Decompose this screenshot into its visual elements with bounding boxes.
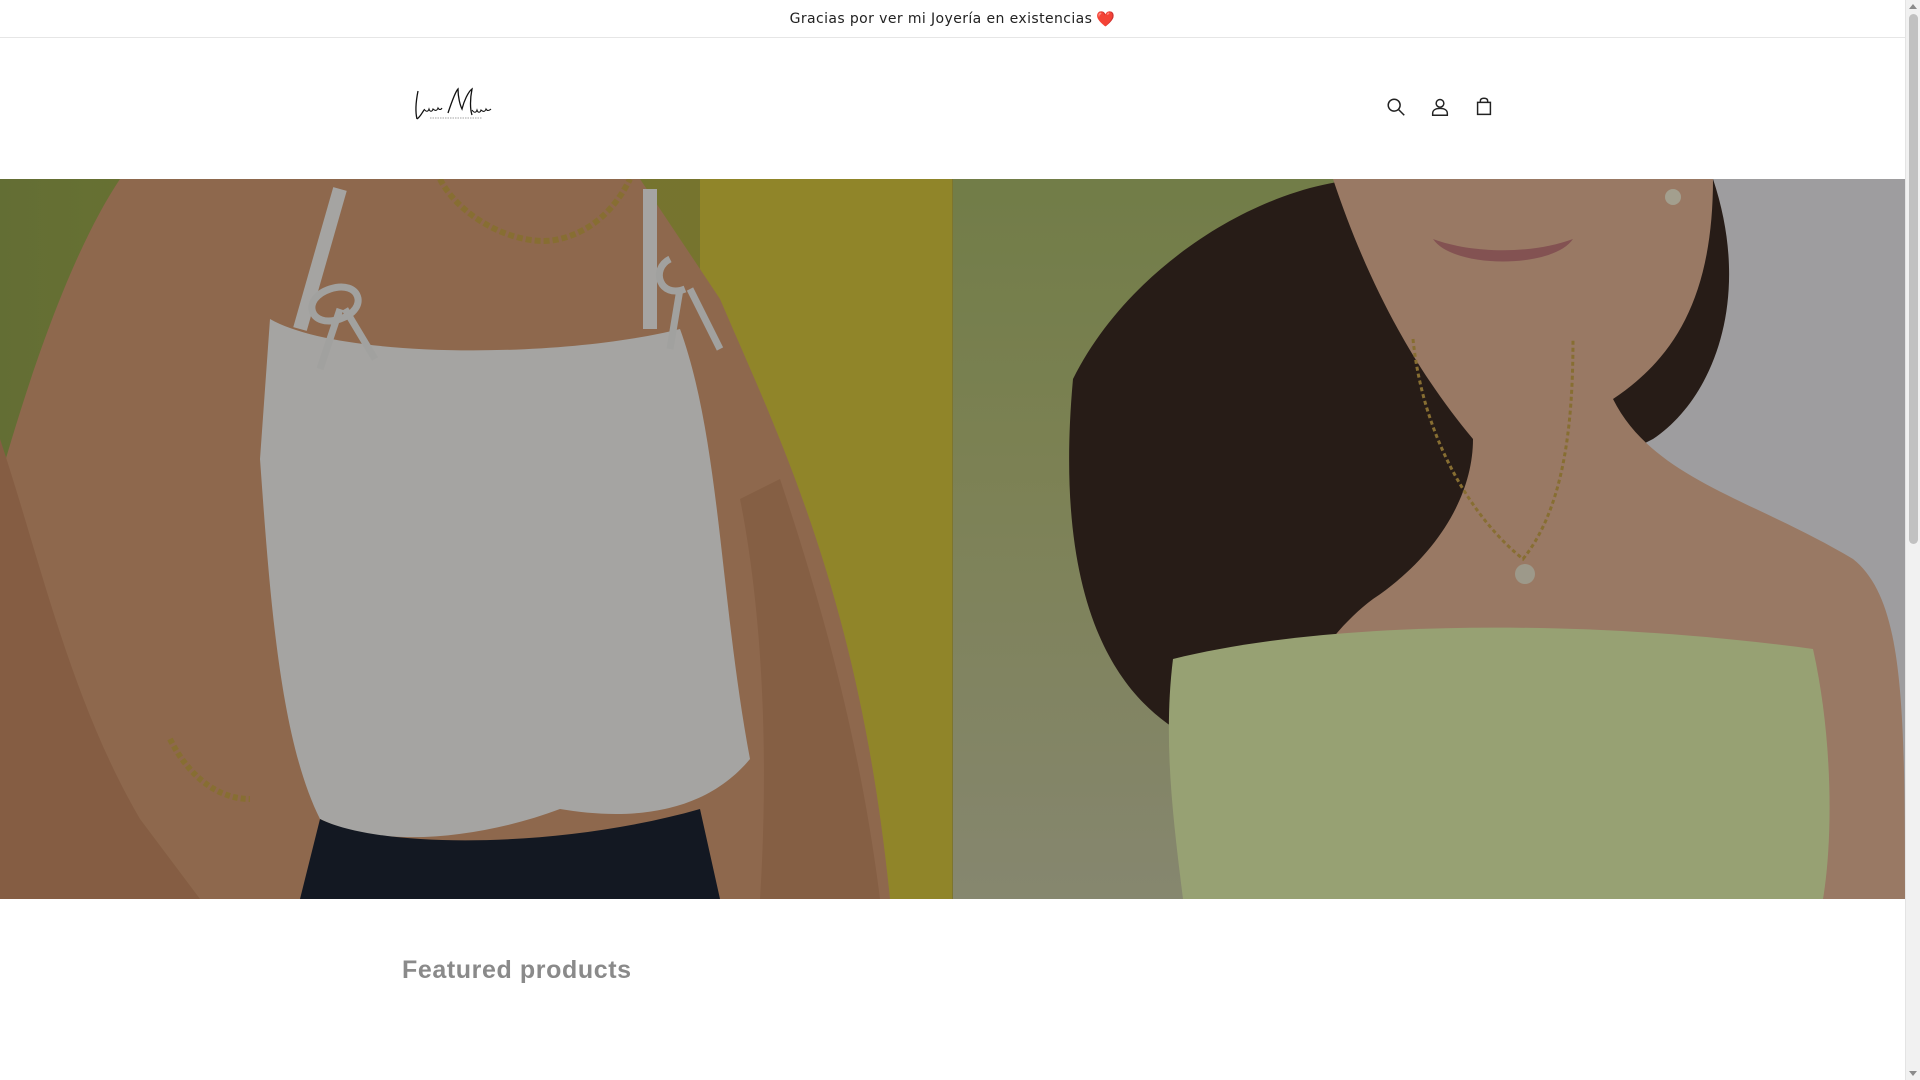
cart-button[interactable] [1466,89,1502,125]
search-icon [1387,98,1405,116]
heart-icon: ❤️ [1096,9,1116,28]
page-scrollbar[interactable] [1905,0,1920,1080]
model-photo-right-icon [1068,179,1905,899]
scroll-down-arrow-icon[interactable] [1909,1071,1917,1076]
scroll-up-arrow-icon[interactable] [1909,4,1917,9]
cart-icon [1476,97,1492,116]
hero-banner[interactable] [0,179,1905,899]
header-icons [1378,89,1502,125]
hero-image-left [0,179,953,899]
page: Gracias por ver mi Joyería en existencia… [0,0,1920,1080]
search-button[interactable] [1378,89,1414,125]
announcement-text: Gracias por ver mi Joyería en existencia… [789,10,1093,27]
account-icon [1431,98,1449,116]
announcement-bar: Gracias por ver mi Joyería en existencia… [0,0,1905,38]
store-logo[interactable] [412,83,498,123]
scrollbar-thumb[interactable] [1909,14,1918,544]
account-button[interactable] [1422,89,1458,125]
model-photo-left-icon [0,179,952,899]
featured-products-heading: Featured products [402,956,632,984]
logo-signature-icon [415,87,492,120]
hero-image-right [952,179,1905,899]
site-header [0,39,1905,179]
